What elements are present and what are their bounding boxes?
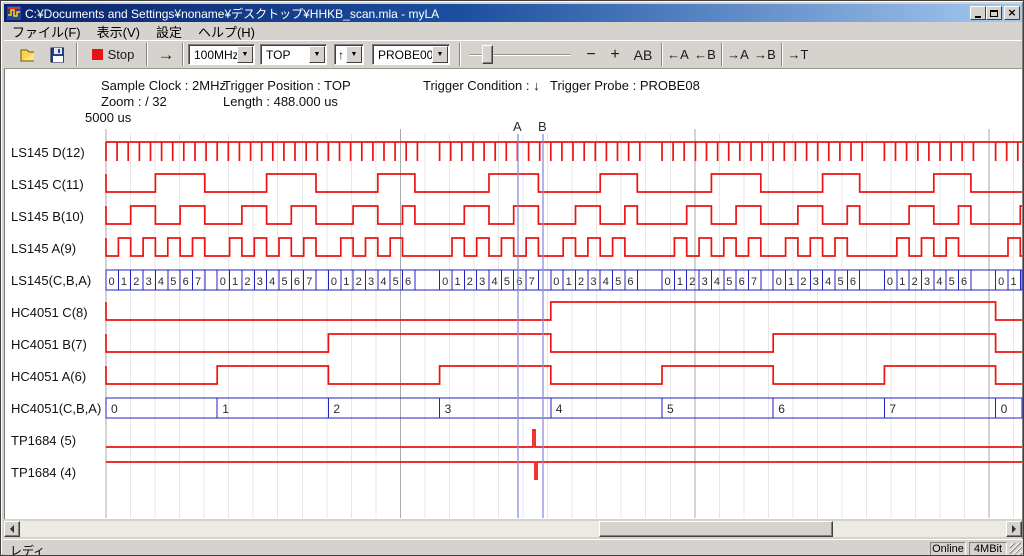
length-info: Length : 488.000 us	[223, 94, 338, 109]
close-button[interactable]: ×	[1004, 6, 1020, 20]
channel-label-hc4051-a: HC4051 A(6)	[11, 369, 86, 385]
open-folder-icon	[20, 47, 34, 63]
open-file-button[interactable]	[14, 42, 40, 67]
trigger-position-info: Trigger Position : TOP	[223, 78, 351, 93]
status-ready: レディ	[10, 542, 45, 556]
save-button[interactable]	[44, 42, 70, 67]
stop-icon	[92, 49, 103, 60]
channel-label-ls145-d: LS145 D(12)	[11, 145, 85, 161]
channel-label-hc4051-b: HC4051 B(7)	[11, 337, 87, 353]
scroll-right-button[interactable]	[1006, 521, 1022, 537]
trigger-condition-info: Trigger Condition : ↓	[423, 78, 540, 93]
channel-label-ls145-b: LS145 B(10)	[11, 209, 84, 225]
window-title: C:¥Documents and Settings¥noname¥デスクトップ¥…	[25, 5, 439, 22]
menu-help[interactable]: ヘルプ(H)	[190, 21, 263, 42]
waveform-client-area	[4, 69, 1022, 519]
chevron-down-icon[interactable]: ▼	[432, 46, 448, 63]
cursor-b-label: B	[538, 119, 547, 134]
channel-label-hc4051-c: HC4051 C(8)	[11, 305, 88, 321]
toolbar-separator	[459, 43, 461, 66]
goto-cursor-a-right-button[interactable]: →A	[725, 42, 751, 67]
zoom-slider-thumb[interactable]	[482, 45, 493, 64]
channel-label-tp1684-4: TP1684 (4)	[11, 465, 76, 481]
app-icon	[7, 6, 21, 20]
trigger-position-combobox[interactable]: TOP ▼	[260, 44, 327, 65]
run-button[interactable]: →	[152, 42, 180, 67]
run-arrow-icon: →	[158, 45, 175, 65]
menu-file[interactable]: ファイル(F)	[4, 21, 89, 42]
arrow-right-icon	[1012, 525, 1020, 533]
menu-bar: ファイル(F) 表示(V) 設定 ヘルプ(H)	[4, 22, 1022, 40]
zoom-out-button[interactable]: −	[581, 42, 601, 67]
trigger-edge-combobox[interactable]: ↑ ▼	[334, 44, 364, 65]
horizontal-scrollbar[interactable]	[4, 521, 1022, 537]
ab-cursors-button[interactable]: AB	[629, 42, 657, 67]
chevron-down-icon[interactable]: ▼	[237, 46, 253, 63]
zoom-in-button[interactable]: +	[605, 42, 625, 67]
toolbar-separator	[146, 43, 148, 66]
status-memory: 4MBit	[969, 542, 1007, 556]
scrollbar-thumb[interactable]	[599, 521, 833, 537]
title-bar[interactable]: C:¥Documents and Settings¥noname¥デスクトップ¥…	[4, 4, 1022, 22]
trigger-probe-value: PROBE00	[378, 48, 433, 62]
stop-label: Stop	[108, 47, 135, 62]
channel-label-tp1684-5: TP1684 (5)	[11, 433, 76, 449]
floppy-icon	[50, 47, 64, 63]
trigger-probe-info: Trigger Probe : PROBE08	[550, 78, 700, 93]
trigger-probe-combobox[interactable]: PROBE00 ▼	[372, 44, 450, 65]
channel-label-hc4051-bus: HC4051(C,B,A)	[11, 401, 101, 417]
toolbar-separator	[721, 43, 723, 66]
status-bar: レディ Online 4MBit	[3, 539, 1023, 556]
app-window: C:¥Documents and Settings¥noname¥デスクトップ¥…	[0, 0, 1024, 556]
toolbar-separator	[182, 43, 184, 66]
maximize-button[interactable]	[986, 6, 1002, 20]
sample-clock-value: 100MHz	[194, 48, 239, 62]
toolbar: Stop → 100MHz ▼ TOP ▼ ↑ ▼ PROBE00 ▼ − + …	[4, 40, 1022, 69]
goto-cursor-a-left-button[interactable]: ←A	[665, 42, 691, 67]
chevron-down-icon[interactable]: ▼	[346, 46, 362, 63]
resize-grip[interactable]	[1010, 543, 1022, 555]
channel-label-ls145-c: LS145 C(11)	[11, 177, 84, 193]
toolbar-separator	[781, 43, 783, 66]
cursor-a-label: A	[513, 119, 522, 134]
scroll-left-button[interactable]	[4, 521, 20, 537]
goto-trigger-button[interactable]: →T	[785, 42, 811, 67]
toolbar-separator	[76, 43, 78, 66]
chevron-down-icon[interactable]: ▼	[309, 46, 325, 63]
stop-button[interactable]: Stop	[84, 42, 142, 67]
toolbar-separator	[661, 43, 663, 66]
goto-cursor-b-right-button[interactable]: →B	[752, 42, 778, 67]
arrow-left-icon	[6, 525, 14, 533]
sample-clock-combobox[interactable]: 100MHz ▼	[188, 44, 255, 65]
menu-settings[interactable]: 設定	[148, 21, 190, 42]
timebase-label: 5000 us	[85, 110, 131, 125]
channel-label-ls145-bus: LS145(C,B,A)	[11, 273, 91, 289]
menu-view[interactable]: 表示(V)	[89, 21, 148, 42]
sample-clock-info: Sample Clock : 2MHz	[101, 78, 226, 93]
goto-cursor-b-left-button[interactable]: ←B	[692, 42, 718, 67]
zoom-info: Zoom : / 32	[101, 94, 167, 109]
status-online: Online	[930, 542, 966, 556]
minimize-button[interactable]	[970, 6, 986, 20]
trigger-edge-value: ↑	[338, 48, 344, 62]
channel-label-ls145-a: LS145 A(9)	[11, 241, 76, 257]
trigger-position-value: TOP	[266, 48, 290, 62]
